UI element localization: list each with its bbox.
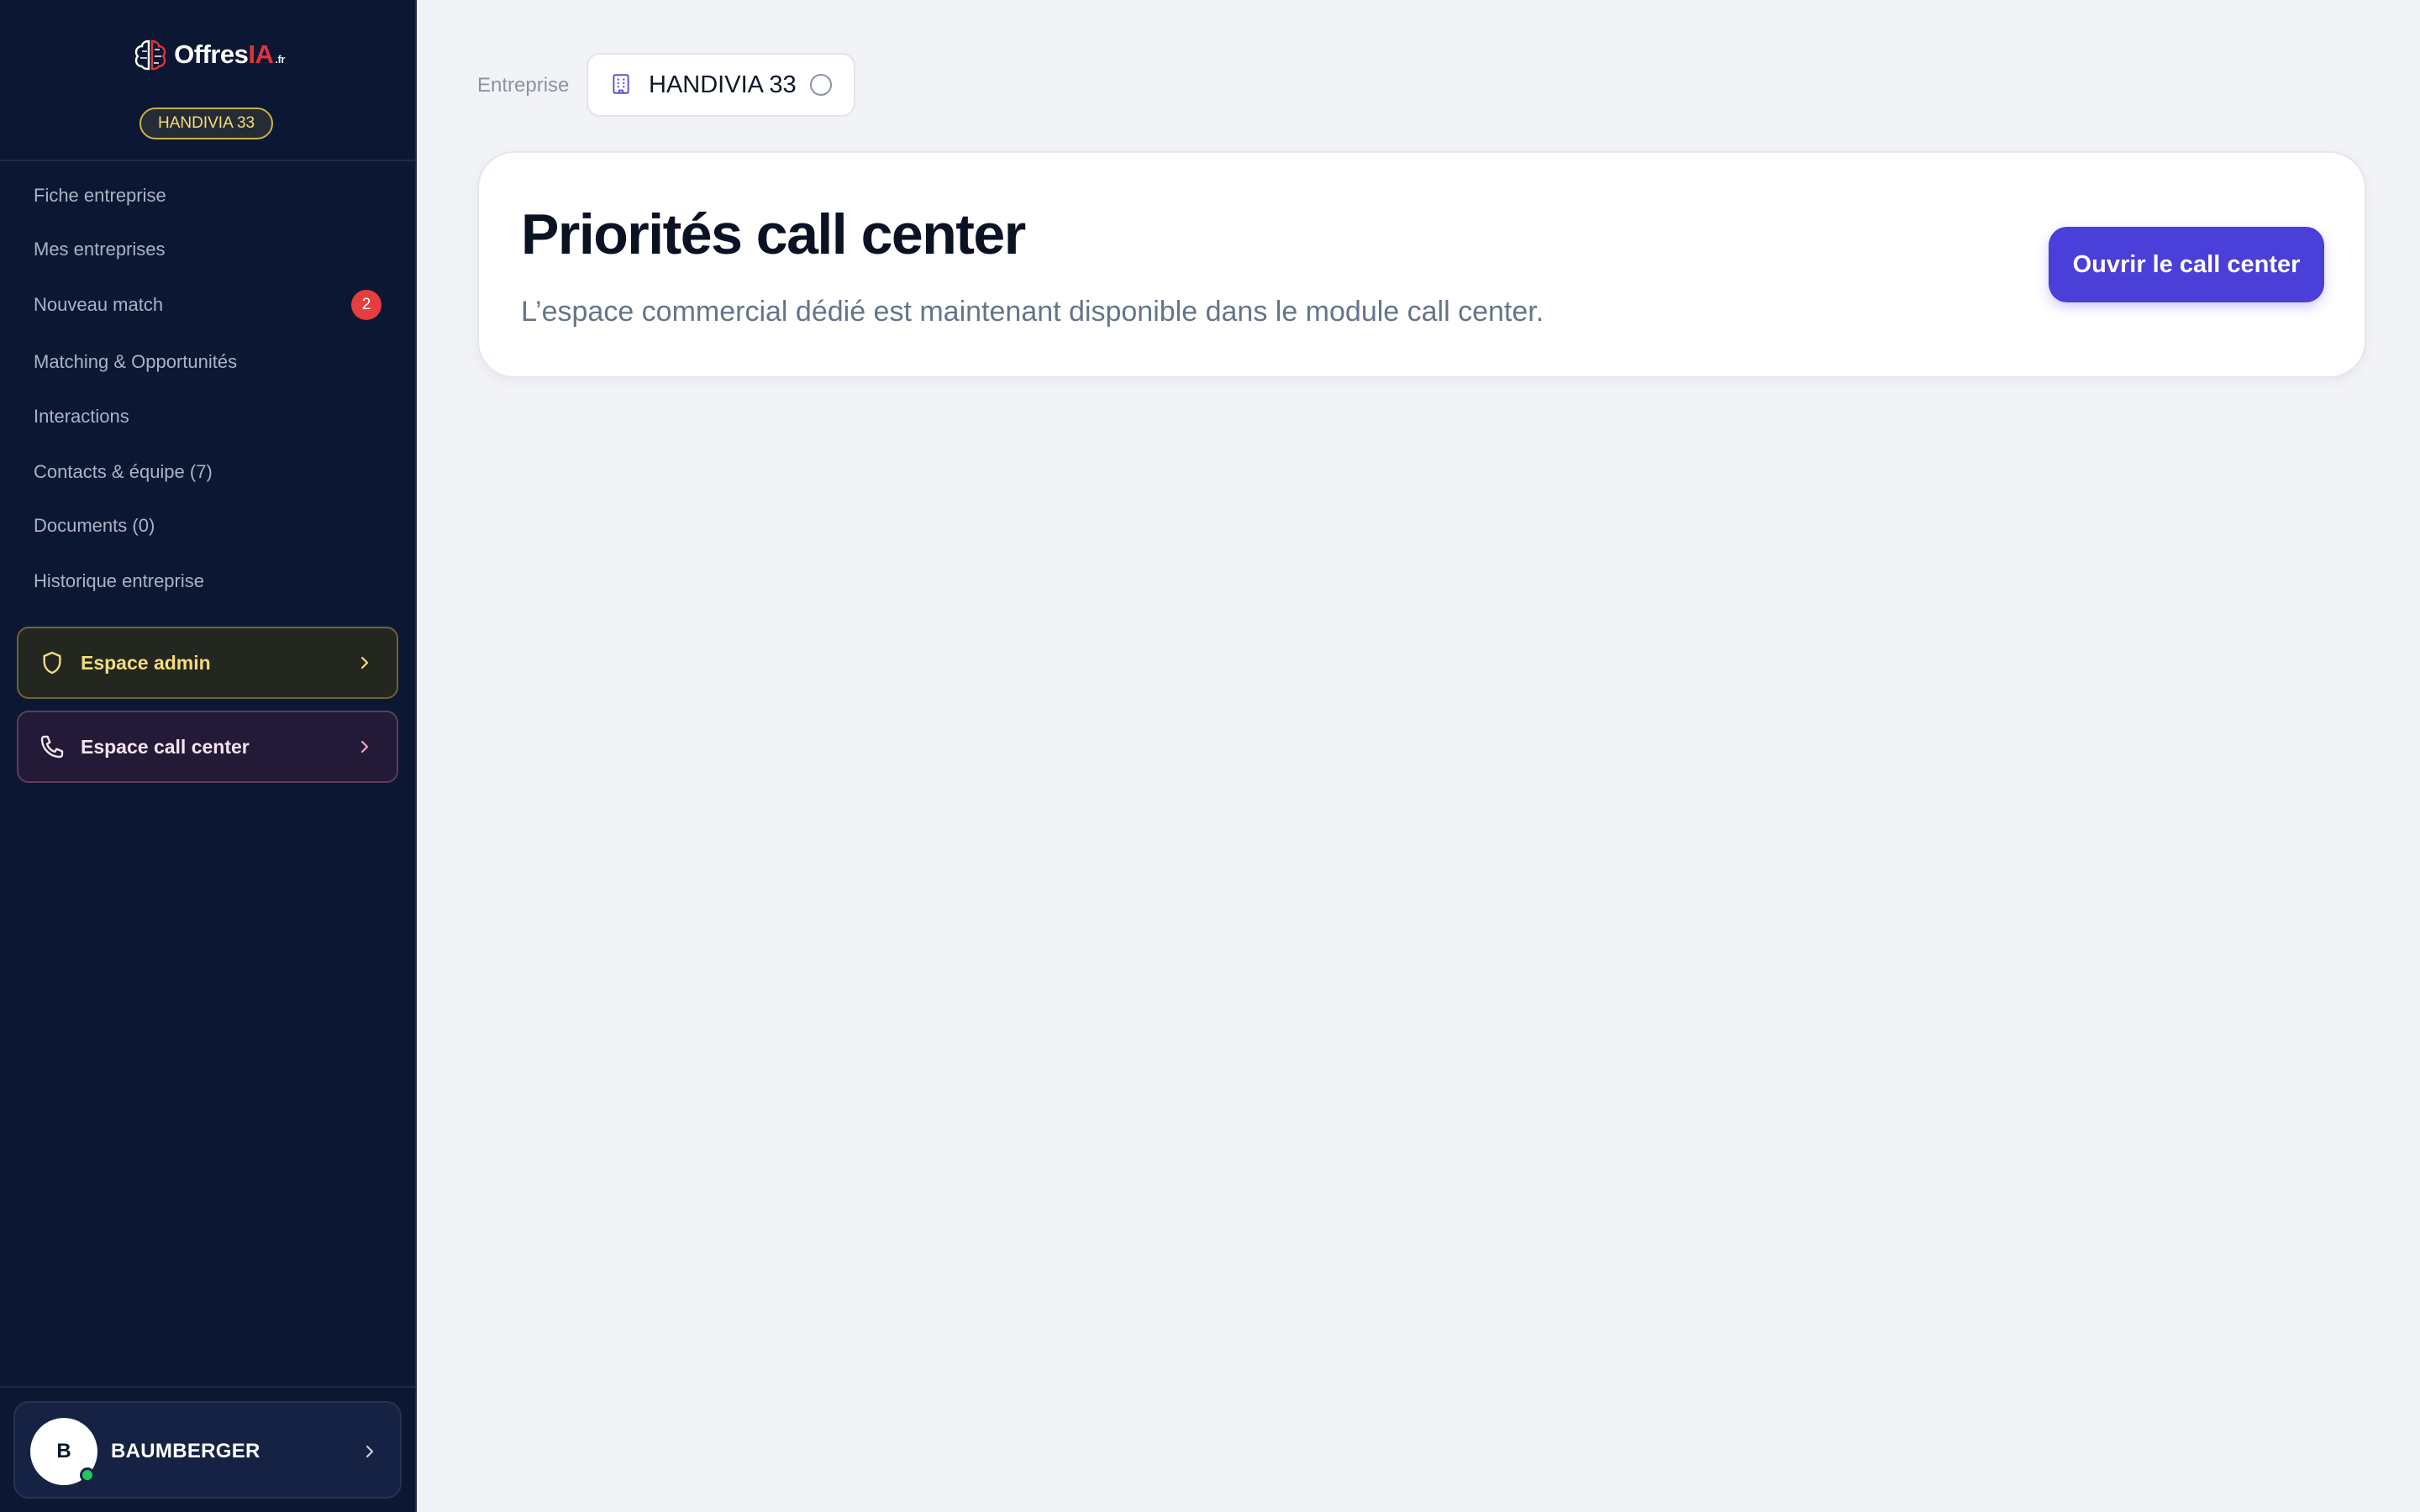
shield-icon	[39, 649, 66, 676]
sidebar-item-fiche-entreprise[interactable]: Fiche entreprise	[0, 171, 415, 220]
callcenter-space-button[interactable]: Espace call center	[17, 711, 398, 783]
chevron-right-icon	[356, 654, 373, 671]
company-selector[interactable]: HANDIVIA 33	[587, 53, 855, 117]
sidebar-item-label: Matching & Opportunités	[34, 351, 238, 372]
sidebar-item-matching-opportunites[interactable]: Matching & Opportunités	[0, 338, 415, 386]
sidebar-item-label: Fiche entreprise	[34, 185, 166, 206]
user-profile-card[interactable]: B BAUMBERGER	[13, 1401, 402, 1499]
brand-main: Offres	[174, 39, 249, 69]
card-description: L’espace commercial dédié est maintenant…	[521, 296, 1544, 328]
sidebar-item-interactions[interactable]: Interactions	[0, 392, 415, 441]
sidebar-item-label: Mes entreprises	[34, 239, 166, 260]
open-callcenter-button[interactable]: Ouvrir le call center	[2049, 227, 2324, 302]
chevron-right-icon	[361, 1443, 378, 1460]
sidebar-item-label: Historique entreprise	[34, 570, 204, 591]
company-badge: HANDIVIA 33	[139, 108, 274, 139]
admin-space-button[interactable]: Espace admin	[17, 627, 398, 699]
admin-space-label: Espace admin	[81, 651, 211, 674]
app-logo[interactable]: OffresIA .fr	[0, 34, 417, 76]
brain-logo-icon	[132, 38, 169, 71]
phone-icon	[39, 733, 66, 760]
sidebar-item-label: Contacts & équipe (7)	[34, 461, 213, 482]
sidebar-item-label: Documents (0)	[34, 515, 155, 536]
sidebar-item-historique-entreprise[interactable]: Historique entreprise	[0, 557, 415, 606]
callcenter-space-label: Espace call center	[81, 735, 250, 758]
brand-tld: .fr	[275, 53, 285, 66]
page-title: Priorités call center	[521, 202, 1026, 266]
callcenter-priorities-card: Priorités call center L’espace commercia…	[477, 151, 2366, 378]
user-name: BAUMBERGER	[111, 1440, 260, 1462]
sidebar-item-label: Interactions	[34, 406, 129, 427]
count-badge: 2	[351, 290, 381, 320]
building-icon	[610, 72, 634, 97]
sidebar-item-documents[interactable]: Documents (0)	[0, 501, 415, 550]
chevron-right-icon	[356, 738, 373, 755]
entreprise-label: Entreprise	[477, 74, 570, 97]
sidebar-divider	[0, 160, 415, 161]
sidebar-item-label: Nouveau match	[34, 294, 164, 315]
sidebar: OffresIA .fr HANDIVIA 33 Fiche entreprise…	[0, 0, 417, 1512]
selected-company-name: HANDIVIA 33	[649, 71, 797, 98]
loading-spinner-icon	[810, 74, 832, 96]
sidebar-item-mes-entreprises[interactable]: Mes entreprises	[0, 225, 415, 274]
sidebar-divider	[0, 1386, 415, 1388]
brand-accent: IA	[248, 39, 274, 69]
sidebar-item-contacts-equipe[interactable]: Contacts & équipe (7)	[0, 448, 415, 496]
brand-name: OffresIA .fr	[174, 39, 285, 70]
sidebar-item-nouveau-match[interactable]: Nouveau match 2	[0, 281, 415, 329]
online-status-indicator	[80, 1467, 95, 1483]
